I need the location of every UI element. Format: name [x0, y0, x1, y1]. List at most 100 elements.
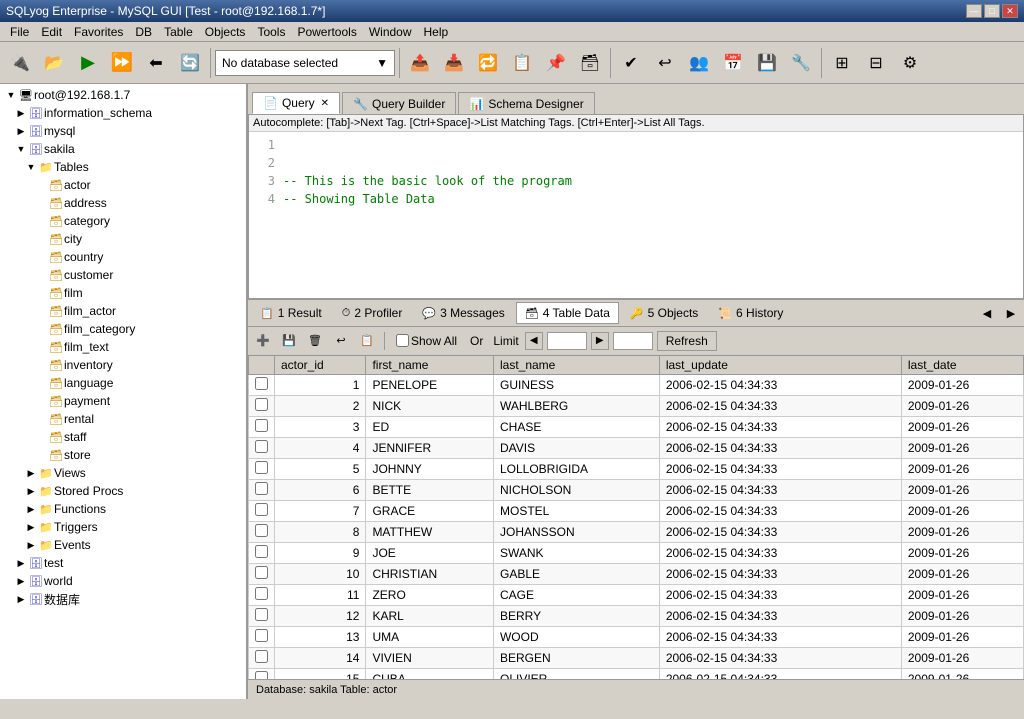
menu-edit[interactable]: Edit	[35, 24, 68, 40]
tree-node-language[interactable]: 🗃 language	[4, 374, 242, 392]
tree-node-world[interactable]: ▶ 🗄 world	[4, 572, 242, 590]
tab-query-builder[interactable]: 🔧 Query Builder	[342, 92, 456, 114]
tree-node-information_schema[interactable]: ▶ 🗄 information_schema	[4, 104, 242, 122]
refresh-button[interactable]: Refresh	[657, 331, 717, 351]
table-row[interactable]: 6BETTENICHOLSON2006-02-15 04:34:332009-0…	[249, 480, 1024, 501]
menu-favorites[interactable]: Favorites	[68, 24, 129, 40]
row-checkbox[interactable]	[255, 566, 268, 579]
tree-node-film[interactable]: 🗃 film	[4, 284, 242, 302]
open-button[interactable]: 📂	[38, 47, 70, 79]
back-button[interactable]: ⬅	[140, 47, 172, 79]
col-first_name[interactable]: first_name	[366, 356, 494, 375]
import-button[interactable]: 📥	[438, 47, 470, 79]
backup-button[interactable]: 💾	[751, 47, 783, 79]
row-checkbox[interactable]	[255, 419, 268, 432]
tree-node-film_text[interactable]: 🗃 film_text	[4, 338, 242, 356]
col-last_date[interactable]: last_date	[901, 356, 1023, 375]
tree-node-shuji[interactable]: ▶ 🗄 数据库	[4, 590, 242, 609]
menu-powertools[interactable]: Powertools	[291, 24, 362, 40]
limit-start-input[interactable]: 0	[547, 332, 587, 350]
tree-node-functions[interactable]: ▶ 📁 Functions	[4, 500, 242, 518]
settings-button[interactable]: ⚙	[894, 47, 926, 79]
limit-count-input[interactable]: 15	[613, 332, 653, 350]
tab-2-profiler[interactable]: ⏱ 2 Profiler	[333, 302, 412, 324]
tree-node-triggers[interactable]: ▶ 📁 Triggers	[4, 518, 242, 536]
refresh-nav-button[interactable]: 🔄	[174, 47, 206, 79]
grid-button[interactable]: ⊞	[826, 47, 858, 79]
tree-node-country[interactable]: 🗃 country	[4, 248, 242, 266]
tab-6-history[interactable]: 📜 6 History	[709, 302, 792, 324]
menu-db[interactable]: DB	[129, 24, 158, 40]
next-result-button[interactable]: ▶	[1000, 303, 1022, 323]
tab-3-messages[interactable]: 💬 3 Messages	[413, 302, 513, 324]
stop-button[interactable]: ⏩	[106, 47, 138, 79]
table-row[interactable]: 11ZEROCAGE2006-02-15 04:34:332009-01-26	[249, 585, 1024, 606]
show-all-button[interactable]: Show All	[391, 332, 462, 350]
next-page-button[interactable]: ▶	[591, 332, 609, 350]
tree-node-film_category[interactable]: 🗃 film_category	[4, 320, 242, 338]
new-connection-button[interactable]: 🔌	[4, 47, 36, 79]
users-button[interactable]: 👥	[683, 47, 715, 79]
sync-button[interactable]: 🔁	[472, 47, 504, 79]
row-checkbox[interactable]	[255, 524, 268, 537]
table-row[interactable]: 3EDCHASE2006-02-15 04:34:332009-01-26	[249, 417, 1024, 438]
row-checkbox[interactable]	[255, 398, 268, 411]
menu-help[interactable]: Help	[418, 24, 455, 40]
execute-button[interactable]: ▶	[72, 47, 104, 79]
row-checkbox[interactable]	[255, 440, 268, 453]
table-row[interactable]: 12KARLBERRY2006-02-15 04:34:332009-01-26	[249, 606, 1024, 627]
tree-node-film_actor[interactable]: 🗃 film_actor	[4, 302, 242, 320]
table-row[interactable]: 2NICKWAHLBERG2006-02-15 04:34:332009-01-…	[249, 396, 1024, 417]
menu-window[interactable]: Window	[363, 24, 418, 40]
tree-node-views[interactable]: ▶ 📁 Views	[4, 464, 242, 482]
table-btn[interactable]: 🗃	[574, 47, 606, 79]
tree-node-mysql[interactable]: ▶ 🗄 mysql	[4, 122, 242, 140]
rollback-button[interactable]: ↩	[649, 47, 681, 79]
table-row[interactable]: 7GRACEMOSTEL2006-02-15 04:34:332009-01-2…	[249, 501, 1024, 522]
maximize-button[interactable]: □	[984, 4, 1000, 18]
menu-table[interactable]: Table	[158, 24, 199, 40]
db-selector[interactable]: No database selected ▼	[215, 50, 395, 76]
export-button[interactable]: 📤	[404, 47, 436, 79]
col-actor_id[interactable]: actor_id	[275, 356, 366, 375]
row-checkbox[interactable]	[255, 377, 268, 390]
minimize-button[interactable]: —	[966, 4, 982, 18]
add-row-button[interactable]: ➕	[252, 331, 274, 351]
tree-node-address[interactable]: 🗃 address	[4, 194, 242, 212]
tree-node-stored-procs[interactable]: ▶ 📁 Stored Procs	[4, 482, 242, 500]
table-row[interactable]: 9JOESWANK2006-02-15 04:34:332009-01-26	[249, 543, 1024, 564]
restore-button[interactable]: 🔧	[785, 47, 817, 79]
copy-button[interactable]: 📋	[506, 47, 538, 79]
delete-row-button[interactable]: 🗑	[304, 331, 326, 351]
close-button[interactable]: ✕	[1002, 4, 1018, 18]
row-checkbox[interactable]	[255, 482, 268, 495]
menu-objects[interactable]: Objects	[199, 24, 252, 40]
undo-button[interactable]: ↩	[330, 331, 352, 351]
editor-content[interactable]: -- This is the basic look of the program…	[279, 136, 1023, 208]
paste-button[interactable]: 📌	[540, 47, 572, 79]
layout-button[interactable]: ⊟	[860, 47, 892, 79]
tree-node-tables-folder[interactable]: ▼ 📁 Tables	[4, 158, 242, 176]
copy-row-button[interactable]: 📋	[356, 331, 378, 351]
row-checkbox[interactable]	[255, 671, 268, 679]
tree-node-rental[interactable]: 🗃 rental	[4, 410, 242, 428]
row-checkbox[interactable]	[255, 503, 268, 516]
menu-file[interactable]: File	[4, 24, 35, 40]
col-last_update[interactable]: last_update	[659, 356, 901, 375]
tree-node-city[interactable]: 🗃 city	[4, 230, 242, 248]
table-row[interactable]: 14VIVIENBERGEN2006-02-15 04:34:332009-01…	[249, 648, 1024, 669]
table-row[interactable]: 4JENNIFERDAVIS2006-02-15 04:34:332009-01…	[249, 438, 1024, 459]
table-row[interactable]: 13UMAWOOD2006-02-15 04:34:332009-01-26	[249, 627, 1024, 648]
tree-node-staff[interactable]: 🗃 staff	[4, 428, 242, 446]
table-row[interactable]: 5JOHNNYLOLLOBRIGIDA2006-02-15 04:34:3320…	[249, 459, 1024, 480]
tree-node-sakila[interactable]: ▼ 🗄 sakila	[4, 140, 242, 158]
tree-node-payment[interactable]: 🗃 payment	[4, 392, 242, 410]
tab-1-result[interactable]: 📋 1 Result	[251, 302, 331, 324]
tree-node-store[interactable]: 🗃 store	[4, 446, 242, 464]
prev-page-button[interactable]: ◀	[525, 332, 543, 350]
tree-node-customer[interactable]: 🗃 customer	[4, 266, 242, 284]
tree-node-test[interactable]: ▶ 🗄 test	[4, 554, 242, 572]
row-checkbox[interactable]	[255, 629, 268, 642]
scheduler-button[interactable]: 📅	[717, 47, 749, 79]
table-row[interactable]: 1PENELOPEGUINESS2006-02-15 04:34:332009-…	[249, 375, 1024, 396]
